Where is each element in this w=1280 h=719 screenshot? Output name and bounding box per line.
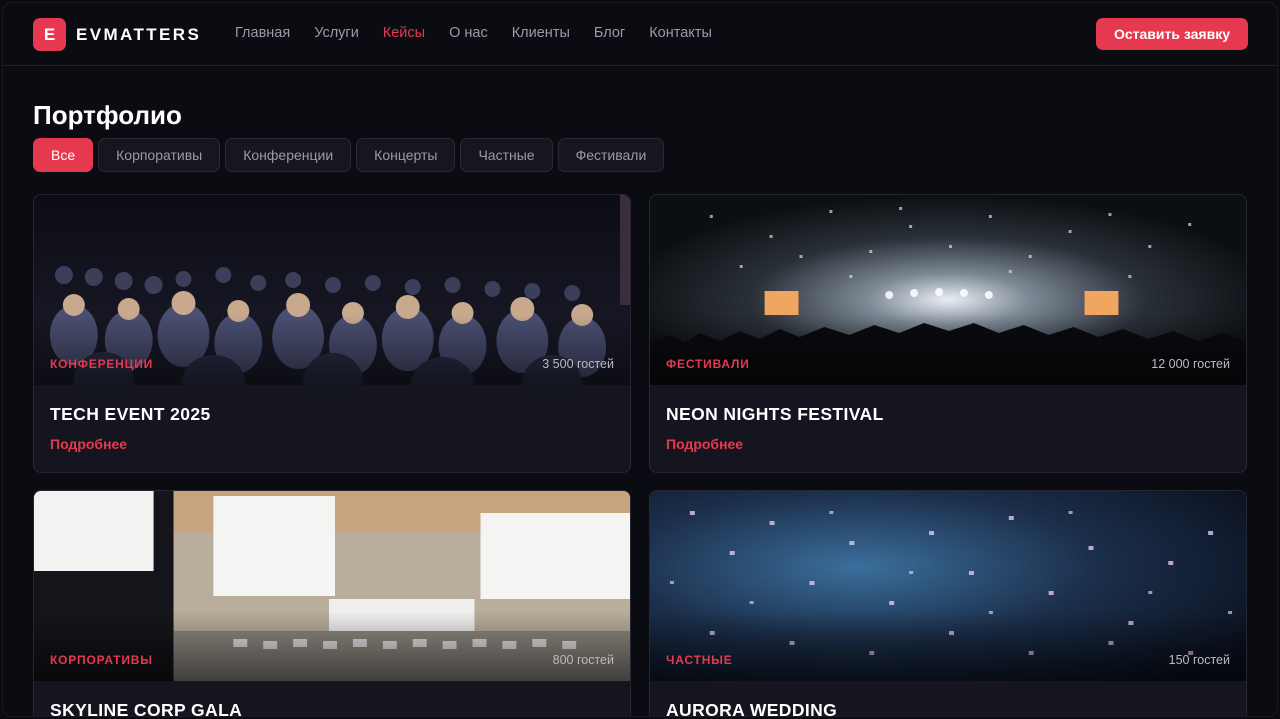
card-category: ФЕСТИВАЛИ: [666, 357, 750, 371]
card-title: NEON NIGHTS FESTIVAL: [666, 404, 884, 424]
main-nav: Главная Услуги Кейсы О нас Клиенты Блог …: [235, 25, 736, 41]
confetti-lights-photo: ЧАСТНЫЕ 150 гостей: [650, 491, 1246, 681]
image-shade: [650, 315, 1246, 385]
nav-item-about[interactable]: О нас: [449, 25, 488, 41]
top-navbar: E EVMATTERS Главная Услуги Кейсы О нас К…: [3, 3, 1277, 66]
nav-item-services[interactable]: Услуги: [314, 25, 359, 41]
card-title: AURORA WEDDING: [666, 700, 838, 717]
nav-item-home[interactable]: Главная: [235, 25, 290, 41]
card-guests: 12 000 гостей: [1151, 357, 1230, 371]
case-card-neon-nights[interactable]: ФЕСТИВАЛИ 12 000 гостей NEON NIGHTS FEST…: [649, 194, 1247, 473]
filter-all[interactable]: Все: [33, 138, 94, 172]
card-more-link[interactable]: Подробнее: [666, 436, 743, 452]
card-more-link[interactable]: Подробнее: [50, 436, 127, 452]
filter-festivals[interactable]: Фестивали: [557, 138, 665, 172]
card-category: КОРПОРАТИВЫ: [50, 653, 153, 667]
card-guests: 800 гостей: [552, 653, 614, 667]
filter-corporate[interactable]: Корпоративы: [98, 138, 221, 172]
logo-icon[interactable]: E: [33, 18, 66, 51]
filter-private[interactable]: Частные: [460, 138, 553, 172]
filter-bar: Все Корпоративы Конференции Концерты Час…: [33, 138, 669, 172]
card-guests: 150 гостей: [1168, 653, 1230, 667]
image-shade: [34, 611, 630, 681]
nav-item-contacts[interactable]: Контакты: [649, 25, 712, 41]
filter-conferences[interactable]: Конференции: [225, 138, 352, 172]
nav-item-cases[interactable]: Кейсы: [383, 25, 425, 41]
filter-concerts[interactable]: Концерты: [356, 138, 456, 172]
case-card-tech-event[interactable]: КОНФЕРЕНЦИИ 3 500 гостей TECH EVENT 2025…: [33, 194, 631, 473]
nav-item-blog[interactable]: Блог: [594, 25, 625, 41]
card-title: TECH EVENT 2025: [50, 404, 211, 424]
app-window: E EVMATTERS Главная Услуги Кейсы О нас К…: [2, 2, 1278, 717]
banquet-hall-photo: КОРПОРАТИВЫ 800 гостей: [34, 491, 630, 681]
conference-audience-photo: КОНФЕРЕНЦИИ 3 500 гостей: [34, 195, 630, 385]
card-category: КОНФЕРЕНЦИИ: [50, 357, 154, 371]
case-card-aurora-wedding[interactable]: ЧАСТНЫЕ 150 гостей AURORA WEDDING: [649, 490, 1247, 717]
nav-item-clients[interactable]: Клиенты: [512, 25, 570, 41]
page-title: Портфолио: [33, 100, 182, 130]
card-guests: 3 500 гостей: [542, 357, 614, 371]
request-button[interactable]: Оставить заявку: [1096, 18, 1248, 50]
image-shade: [650, 611, 1246, 681]
case-card-skyline-gala[interactable]: КОРПОРАТИВЫ 800 гостей SKYLINE CORP GALA: [33, 490, 631, 717]
image-shade: [34, 315, 630, 385]
concert-confetti-photo: ФЕСТИВАЛИ 12 000 гостей: [650, 195, 1246, 385]
card-title: SKYLINE CORP GALA: [50, 700, 243, 717]
brand-name[interactable]: EVMATTERS: [76, 25, 201, 45]
card-category: ЧАСТНЫЕ: [666, 653, 733, 667]
